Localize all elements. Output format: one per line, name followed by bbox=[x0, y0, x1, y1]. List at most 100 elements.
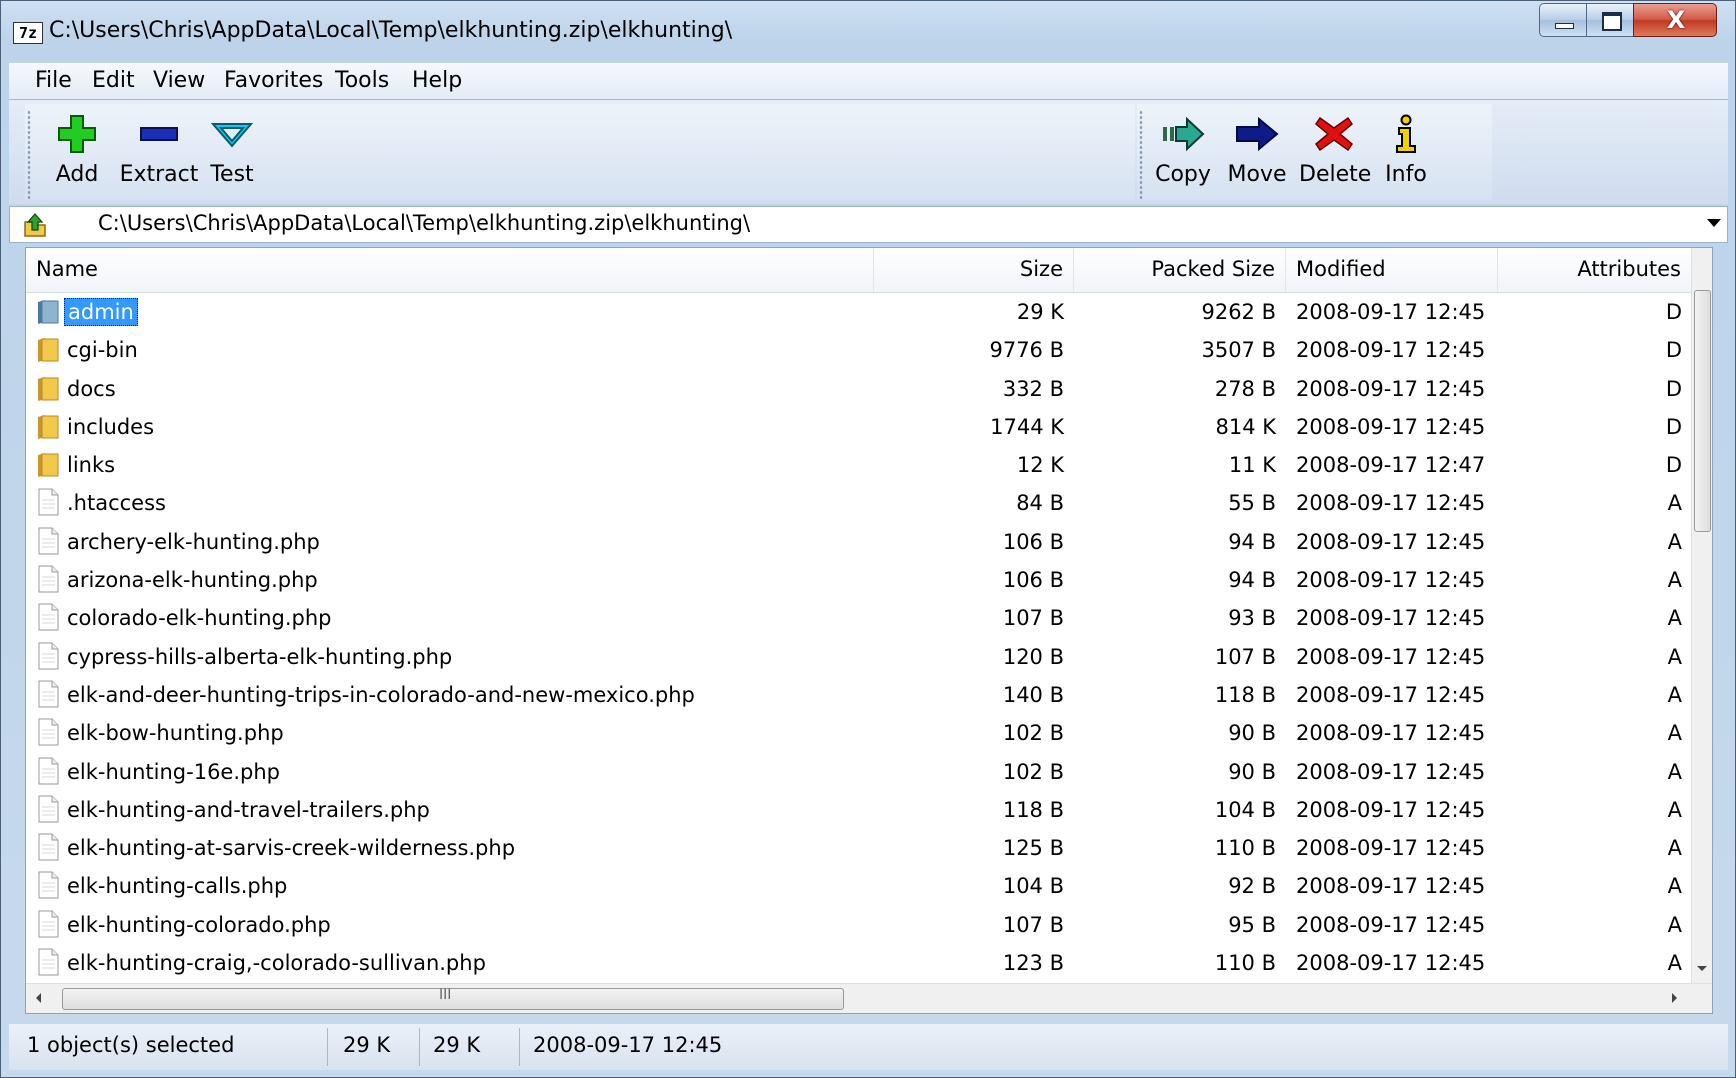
vertical-scroll-thumb[interactable] bbox=[1694, 290, 1711, 532]
menu-favorites[interactable]: Favorites bbox=[224, 68, 323, 93]
menu-view[interactable]: View bbox=[153, 68, 205, 93]
toolbar-grip[interactable] bbox=[1139, 110, 1143, 200]
cell-name[interactable]: elk-hunting-colorado.php bbox=[36, 906, 866, 944]
address-bar[interactable]: C:\Users\Chris\AppData\Local\Temp\elkhun… bbox=[9, 206, 1728, 243]
info-button[interactable]: Info bbox=[1381, 112, 1431, 196]
cell-size: 125 B bbox=[1002, 836, 1064, 861]
file-name: docs bbox=[67, 376, 116, 401]
column-name[interactable]: Name bbox=[26, 248, 874, 292]
cell-packed-size: 11 K bbox=[1228, 453, 1276, 478]
cell-name[interactable]: arizona-elk-hunting.php bbox=[36, 561, 866, 599]
menu-tools[interactable]: Tools bbox=[335, 68, 389, 93]
cell-size: 9776 B bbox=[989, 338, 1064, 363]
cell-attributes: D bbox=[1665, 376, 1682, 401]
table-row[interactable]: cypress-hills-alberta-elk-hunting.php 120… bbox=[26, 638, 1692, 676]
cell-modified: 2008-09-17 12:45 bbox=[1296, 874, 1486, 899]
move-button[interactable]: Move bbox=[1225, 112, 1289, 196]
table-row[interactable]: admin 29 K 9262 B 2008-09-17 12:45 D bbox=[26, 293, 1692, 331]
column-header: Name Size Packed Size Modified Attribute… bbox=[26, 248, 1692, 293]
toolbar-grip[interactable] bbox=[27, 110, 31, 200]
table-row[interactable]: elk-hunting-at-sarvis-creek-wilderness.p… bbox=[26, 829, 1692, 867]
cell-size: 118 B bbox=[1002, 797, 1064, 822]
cell-name[interactable]: cypress-hills-alberta-elk-hunting.php bbox=[36, 638, 866, 676]
table-row[interactable]: elk-hunting-16e.php 102 B 90 B 2008-09-17 1… bbox=[26, 753, 1692, 791]
cell-name[interactable]: docs bbox=[36, 370, 866, 408]
file-rows: admin 29 K 9262 B 2008-09-17 12:45 Dcgi-bin 9… bbox=[26, 293, 1692, 982]
table-row[interactable]: includes 1744 K 814 K 2008-09-17 12:45 D bbox=[26, 408, 1692, 446]
table-row[interactable]: cgi-bin 9776 B 3507 B 2008-09-17 12:45 D bbox=[26, 331, 1692, 369]
vertical-scrollbar[interactable] bbox=[1691, 248, 1712, 985]
table-row[interactable]: elk-hunting-colorado.php 107 B 95 B 2008-09… bbox=[26, 906, 1692, 944]
address-path[interactable]: C:\Users\Chris\AppData\Local\Temp\elkhun… bbox=[98, 211, 750, 235]
cell-name[interactable]: cgi-bin bbox=[36, 331, 866, 369]
file-name: elk-hunting-craig,-colorado-sullivan.php bbox=[67, 951, 486, 976]
file-icon bbox=[38, 718, 59, 746]
move-label: Move bbox=[1227, 162, 1287, 187]
table-row[interactable]: colorado-elk-hunting.php 107 B 93 B 2008-09… bbox=[26, 599, 1692, 637]
cell-modified: 2008-09-17 12:45 bbox=[1296, 951, 1486, 976]
file-name: arizona-elk-hunting.php bbox=[67, 568, 318, 593]
title-bar[interactable]: 7z C:\Users\Chris\AppData\Local\Temp\elk… bbox=[1, 1, 1735, 59]
horizontal-scroll-thumb[interactable]: III bbox=[62, 987, 844, 1010]
chevron-down-icon[interactable] bbox=[1707, 219, 1721, 227]
file-icon bbox=[38, 833, 59, 861]
status-packed-size: 29 K bbox=[433, 1033, 481, 1057]
cell-modified: 2008-09-17 12:47 bbox=[1296, 453, 1486, 478]
table-row[interactable]: elk-hunting-and-travel-trailers.php 118 B… bbox=[26, 791, 1692, 829]
cell-name[interactable]: admin bbox=[36, 293, 866, 331]
table-row[interactable]: links 12 K 11 K 2008-09-17 12:47 D bbox=[26, 446, 1692, 484]
cell-name[interactable]: elk-hunting-16e.php bbox=[36, 753, 866, 791]
column-attributes[interactable]: Attributes bbox=[1498, 248, 1692, 292]
cell-name[interactable]: .htaccess bbox=[36, 484, 866, 522]
folder-icon bbox=[38, 338, 59, 363]
cell-modified: 2008-09-17 12:45 bbox=[1296, 414, 1486, 439]
cell-name[interactable]: elk-hunting-craig,-colorado-sullivan.php bbox=[36, 944, 866, 982]
extract-label: Extract bbox=[119, 162, 199, 187]
column-packed-size[interactable]: Packed Size bbox=[1074, 248, 1286, 292]
menu-file[interactable]: File bbox=[35, 68, 72, 93]
folder-icon bbox=[38, 453, 59, 478]
extract-button[interactable]: Extract bbox=[119, 112, 199, 196]
column-modified[interactable]: Modified bbox=[1286, 248, 1498, 292]
cell-modified: 2008-09-17 12:45 bbox=[1296, 759, 1486, 784]
delete-button[interactable]: Delete bbox=[1299, 112, 1371, 196]
column-size[interactable]: Size bbox=[874, 248, 1074, 292]
cell-modified: 2008-09-17 12:45 bbox=[1296, 836, 1486, 861]
cell-name[interactable]: links bbox=[36, 446, 866, 484]
scroll-down-icon[interactable] bbox=[1697, 966, 1707, 971]
test-button[interactable]: Test bbox=[209, 112, 255, 196]
table-row[interactable]: arizona-elk-hunting.php 106 B 94 B 2008-09-… bbox=[26, 561, 1692, 599]
horizontal-scrollbar[interactable]: III bbox=[26, 983, 1712, 1013]
close-button[interactable]: X bbox=[1633, 3, 1717, 37]
up-folder-icon[interactable] bbox=[22, 212, 48, 238]
cell-name[interactable]: elk-bow-hunting.php bbox=[36, 714, 866, 752]
scroll-left-icon[interactable] bbox=[36, 993, 41, 1003]
maximize-button[interactable] bbox=[1586, 3, 1634, 37]
cell-attributes: A bbox=[1667, 529, 1682, 554]
table-row[interactable]: elk-hunting-calls.php 104 B 92 B 2008-09-17… bbox=[26, 867, 1692, 905]
table-row[interactable]: elk-and-deer-hunting-trips-in-colorado-a… bbox=[26, 676, 1692, 714]
cell-size: 106 B bbox=[1002, 529, 1064, 554]
table-row[interactable]: archery-elk-hunting.php 106 B 94 B 2008-09-… bbox=[26, 523, 1692, 561]
table-row[interactable]: docs 332 B 278 B 2008-09-17 12:45 D bbox=[26, 370, 1692, 408]
cell-size: 84 B bbox=[1016, 491, 1064, 516]
cell-name[interactable]: colorado-elk-hunting.php bbox=[36, 599, 866, 637]
menu-edit[interactable]: Edit bbox=[92, 68, 135, 93]
table-row[interactable]: .htaccess 84 B 55 B 2008-09-17 12:45 A bbox=[26, 484, 1692, 522]
status-modified: 2008-09-17 12:45 bbox=[533, 1033, 723, 1057]
cell-name[interactable]: archery-elk-hunting.php bbox=[36, 523, 866, 561]
cell-name[interactable]: includes bbox=[36, 408, 866, 446]
cell-name[interactable]: elk-hunting-calls.php bbox=[36, 867, 866, 905]
maximize-icon bbox=[1602, 12, 1622, 31]
cell-name[interactable]: elk-and-deer-hunting-trips-in-colorado-a… bbox=[36, 676, 866, 714]
cell-name[interactable]: elk-hunting-and-travel-trailers.php bbox=[36, 791, 866, 829]
add-button[interactable]: Add bbox=[51, 112, 103, 196]
copy-button[interactable]: Copy bbox=[1153, 112, 1213, 196]
minimize-button[interactable] bbox=[1539, 3, 1587, 37]
table-row[interactable]: elk-bow-hunting.php 102 B 90 B 2008-09-17 1… bbox=[26, 714, 1692, 752]
cell-name[interactable]: elk-hunting-at-sarvis-creek-wilderness.p… bbox=[36, 829, 866, 867]
menu-help[interactable]: Help bbox=[412, 68, 462, 93]
add-label: Add bbox=[55, 162, 99, 187]
table-row[interactable]: elk-hunting-craig,-colorado-sullivan.php… bbox=[26, 944, 1692, 982]
scroll-right-icon[interactable] bbox=[1672, 993, 1677, 1003]
